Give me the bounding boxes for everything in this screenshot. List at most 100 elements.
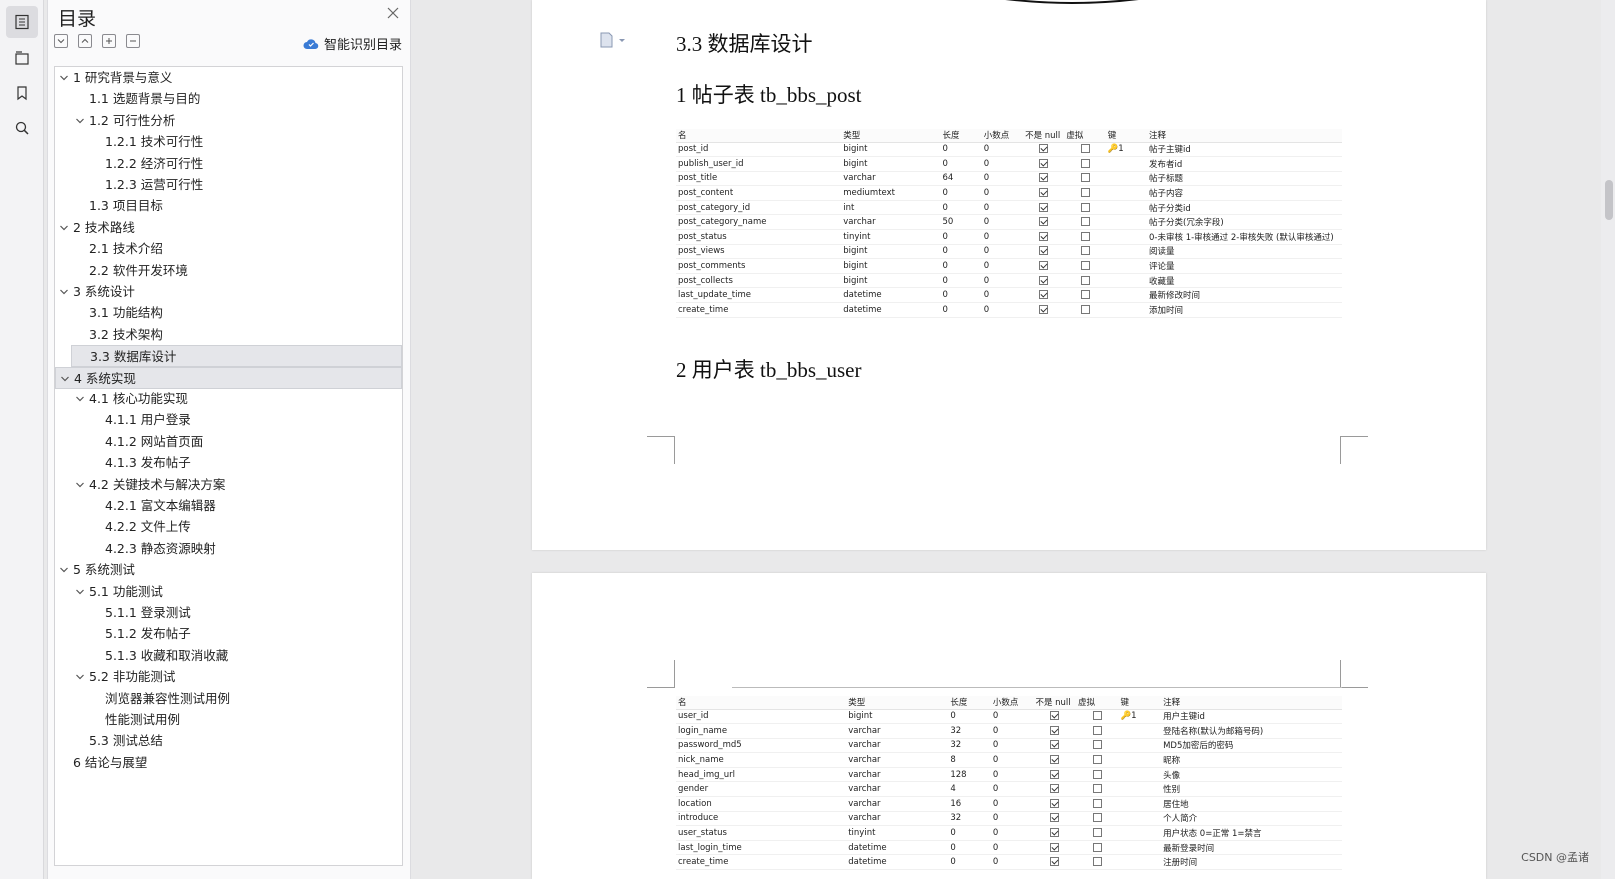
- toc-item-label: 4.1 核心功能实现: [89, 391, 188, 406]
- toc-item[interactable]: 3 系统设计: [55, 281, 402, 303]
- field-name: post_category_id: [676, 200, 842, 216]
- key-cell: [1105, 302, 1148, 318]
- toc-item-label: 3.2 技术架构: [89, 326, 163, 342]
- toc-item[interactable]: 1.3 项目目标: [55, 195, 402, 217]
- not-null-cell: [1033, 811, 1076, 827]
- chevron-down-icon[interactable]: [75, 116, 85, 126]
- toc-item[interactable]: 3.2 技术架构: [55, 324, 402, 346]
- chevron-down-icon[interactable]: [75, 587, 85, 597]
- field-type: bigint: [841, 142, 941, 158]
- toc-item[interactable]: 4.1 核心功能实现: [55, 388, 402, 410]
- toc-item[interactable]: 1.2.1 技术可行性: [55, 131, 402, 153]
- paragraph-style-icon[interactable]: [599, 32, 627, 48]
- field-comment: 性别: [1161, 781, 1342, 798]
- toc-item[interactable]: 性能测试用例: [55, 709, 402, 731]
- chevron-down-icon[interactable]: [59, 73, 69, 83]
- toc-item-label: 5.3 测试总结: [89, 733, 163, 749]
- field-name: post_category_name: [676, 214, 842, 231]
- toc-item[interactable]: 5.1.3 收藏和取消收藏: [55, 645, 402, 667]
- toc-item-label: 4.1.2 网站首页面: [105, 433, 204, 449]
- chevron-down-icon[interactable]: [59, 565, 69, 575]
- toc-item[interactable]: 4.1.2 网站首页面: [55, 431, 402, 453]
- toc-item[interactable]: 1.2 可行性分析: [55, 110, 402, 132]
- checkbox-icon: [1039, 202, 1049, 212]
- section-heading: 3.3 数据库设计: [676, 32, 813, 56]
- chevron-down-icon[interactable]: [60, 374, 70, 384]
- toc-item[interactable]: 5.3 测试总结: [55, 730, 402, 752]
- checkbox-icon: [1092, 711, 1102, 721]
- field-length: 128: [948, 767, 991, 783]
- field-type: tinyint: [846, 825, 949, 841]
- field-name: post_comments: [676, 258, 842, 274]
- toc-item[interactable]: 3.1 功能结构: [55, 302, 402, 324]
- checkbox-icon: [1080, 261, 1090, 271]
- field-type: datetime: [846, 854, 949, 871]
- toc-item[interactable]: 5.1 功能测试: [55, 581, 402, 603]
- crop-mark: [1340, 660, 1368, 688]
- demote-level-icon[interactable]: [126, 34, 140, 48]
- smart-toc-button[interactable]: 智能识别目录: [303, 34, 402, 53]
- vertical-scrollbar[interactable]: [1601, 0, 1615, 879]
- checkbox-icon: [1092, 828, 1102, 838]
- search-icon[interactable]: [6, 112, 38, 144]
- toc-item[interactable]: 6 结论与展望: [55, 752, 402, 774]
- toc-item[interactable]: 2.1 技术介绍: [55, 238, 402, 260]
- not-null-cell: [1033, 752, 1076, 768]
- toc-item[interactable]: 2 技术路线: [55, 217, 402, 239]
- chevron-down-icon[interactable]: [75, 394, 85, 404]
- field-length: 0: [940, 302, 982, 318]
- toc-item[interactable]: 4.2.1 富文本编辑器: [55, 495, 402, 517]
- toc-item[interactable]: 4.1.3 发布帖子: [55, 452, 402, 474]
- collapse-all-icon[interactable]: [78, 34, 92, 48]
- toc-item-label: 4.2 关键技术与解决方案: [89, 476, 226, 492]
- close-icon[interactable]: [386, 6, 400, 20]
- field-type: int: [841, 200, 941, 216]
- bookmark-icon[interactable]: [6, 77, 38, 109]
- not-null-cell: [1033, 738, 1076, 754]
- chevron-down-icon[interactable]: [75, 480, 85, 490]
- toc-item[interactable]: 浏览器兼容性测试用例: [55, 688, 402, 710]
- chevron-down-icon[interactable]: [59, 287, 69, 297]
- field-comment: 发布者id: [1147, 156, 1342, 172]
- chevron-down-icon[interactable]: [59, 223, 69, 233]
- toc-item[interactable]: 4.2 关键技术与解决方案: [55, 474, 402, 496]
- chevron-down-icon[interactable]: [75, 672, 85, 682]
- toc-item[interactable]: 1.2.3 运营可行性: [55, 174, 402, 196]
- toc-item[interactable]: 4.2.2 文件上传: [55, 516, 402, 538]
- promote-level-icon[interactable]: [102, 34, 116, 48]
- key-cell: [1105, 185, 1148, 201]
- field-comment: 帖子分类id: [1147, 200, 1342, 216]
- toc-item[interactable]: 1.2.2 经济可行性: [55, 153, 402, 175]
- field-name: post_collects: [676, 273, 842, 289]
- toc-item[interactable]: 5.1.1 登录测试: [55, 602, 402, 624]
- toc-panel-icon[interactable]: [6, 6, 38, 38]
- toc-item[interactable]: 1 研究背景与意义: [55, 67, 402, 89]
- key-cell: 🔑1: [1105, 142, 1148, 158]
- key-cell: [1118, 796, 1162, 812]
- field-decimals: 0: [981, 200, 1024, 216]
- toc-item-label: 5 系统测试: [73, 562, 135, 578]
- toc-item[interactable]: 1.1 选题背景与目的: [55, 88, 402, 110]
- toc-item[interactable]: 4 系统实现: [55, 366, 402, 389]
- toc-item[interactable]: 4.2.3 静态资源映射: [55, 538, 402, 560]
- crop-mark: [1340, 436, 1368, 464]
- virtual-cell: [1075, 723, 1119, 739]
- navigation-pane-icon[interactable]: [6, 42, 38, 74]
- scrollbar-thumb[interactable]: [1605, 180, 1613, 220]
- toc-item-label: 1.1 选题背景与目的: [89, 91, 201, 107]
- toc-item-label: 5.1.3 收藏和取消收藏: [105, 647, 229, 663]
- expand-all-icon[interactable]: [54, 34, 68, 48]
- toc-item[interactable]: 5.2 非功能测试: [55, 666, 402, 688]
- not-null-cell: [1023, 156, 1065, 172]
- field-name: create_time: [676, 854, 847, 871]
- toc-item[interactable]: 5.1.2 发布帖子: [55, 623, 402, 645]
- toc-item[interactable]: 4.1.1 用户登录: [55, 409, 402, 431]
- toc-item[interactable]: 2.2 软件开发环境: [55, 260, 402, 282]
- toc-item[interactable]: 3.3 数据库设计: [71, 345, 402, 368]
- field-decimals: 0: [990, 854, 1034, 871]
- field-decimals: 0: [981, 302, 1024, 318]
- key-cell: [1105, 244, 1148, 260]
- column-header: 不是 null: [1033, 696, 1076, 710]
- field-decimals: 0: [990, 752, 1034, 768]
- toc-item[interactable]: 5 系统测试: [55, 559, 402, 581]
